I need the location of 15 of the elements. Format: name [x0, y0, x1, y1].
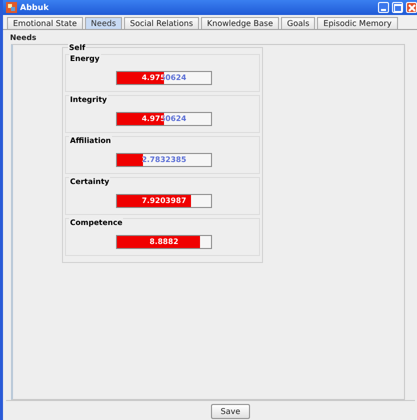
tab[interactable]: Emotional State: [7, 17, 83, 29]
tab[interactable]: Knowledge Base: [201, 17, 279, 29]
minimize-icon: [381, 9, 386, 11]
maximize-button[interactable]: [392, 2, 403, 13]
tab[interactable]: Social Relations: [124, 17, 199, 29]
close-button[interactable]: [406, 2, 417, 13]
save-button[interactable]: Save: [210, 404, 250, 419]
tab[interactable]: Needs: [84, 17, 122, 29]
minimize-button[interactable]: [378, 2, 389, 13]
maximize-icon: [394, 4, 402, 12]
tab[interactable]: Goals: [281, 17, 316, 29]
tab[interactable]: Episodic Memory: [317, 17, 398, 29]
app-icon: [6, 2, 17, 13]
close-icon: [408, 4, 416, 12]
window-title: Abbuk: [20, 3, 49, 12]
